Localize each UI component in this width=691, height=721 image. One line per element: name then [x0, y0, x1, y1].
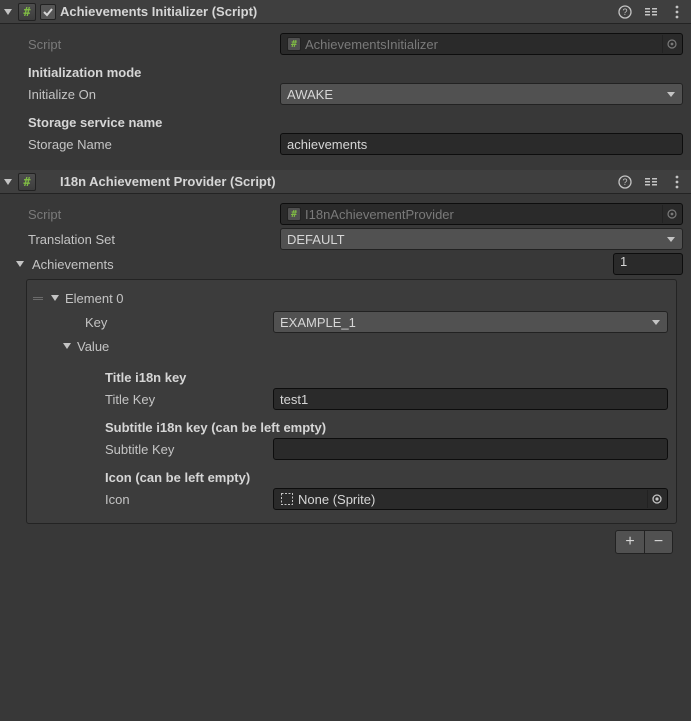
component-header-achievements-initializer: # Achievements Initializer (Script) ?	[0, 0, 691, 24]
achievements-size-input[interactable]: 1	[613, 253, 683, 275]
svg-text:?: ?	[622, 177, 627, 187]
chevron-down-icon	[666, 232, 676, 247]
component-title: I18n Achievement Provider (Script)	[60, 174, 613, 189]
object-picker-icon[interactable]	[662, 35, 680, 53]
achievements-list-box: Element 0 Key EXAMPLE_1 Value Title i18n…	[26, 279, 677, 524]
storage-heading: Storage service name	[10, 115, 683, 130]
title-key-label: Title Key	[35, 392, 273, 407]
icon-label: Icon	[35, 492, 273, 507]
achievements-foldout[interactable]	[14, 258, 26, 270]
script-mini-icon: #	[287, 207, 301, 221]
subtitle-key-input[interactable]	[273, 438, 668, 460]
translation-set-value: DEFAULT	[287, 232, 345, 247]
translation-set-dropdown[interactable]: DEFAULT	[280, 228, 683, 250]
script-icon: #	[18, 3, 36, 21]
script-label: Script	[10, 37, 280, 52]
value-label: Value	[77, 339, 109, 354]
title-key-input[interactable]: test1	[273, 388, 668, 410]
object-picker-icon[interactable]	[662, 205, 680, 223]
help-icon[interactable]: ?	[617, 4, 633, 20]
script-label: Script	[10, 207, 280, 222]
component-body-achievements-initializer: Script # AchievementsInitializer Initial…	[0, 24, 691, 170]
list-add-remove-buttons: + −	[615, 530, 673, 554]
icon-object-field[interactable]: None (Sprite)	[273, 488, 668, 510]
enabled-checkbox[interactable]	[40, 4, 56, 20]
preset-icon[interactable]	[643, 174, 659, 190]
init-mode-heading: Initialization mode	[10, 65, 683, 80]
translation-set-label: Translation Set	[10, 232, 280, 247]
script-value: AchievementsInitializer	[305, 37, 662, 52]
remove-button[interactable]: −	[644, 531, 672, 553]
initialize-on-value: AWAKE	[287, 87, 333, 102]
script-icon: #	[18, 173, 36, 191]
title-heading: Title i18n key	[35, 370, 668, 385]
component-header-i18n-provider: # I18n Achievement Provider (Script) ?	[0, 170, 691, 194]
svg-text:?: ?	[622, 7, 627, 17]
achievements-size-value: 1	[620, 254, 627, 269]
foldout-toggle[interactable]	[2, 6, 14, 18]
sprite-icon	[280, 492, 294, 506]
chevron-down-icon	[666, 87, 676, 102]
script-mini-icon: #	[287, 37, 301, 51]
script-field: # I18nAchievementProvider	[280, 203, 683, 225]
help-icon[interactable]: ?	[617, 174, 633, 190]
menu-icon[interactable]	[669, 174, 685, 190]
storage-name-input[interactable]: achievements	[280, 133, 683, 155]
element0-foldout[interactable]	[49, 292, 61, 304]
menu-icon[interactable]	[669, 4, 685, 20]
subtitle-heading: Subtitle i18n key (can be left empty)	[35, 420, 668, 435]
object-picker-icon[interactable]	[647, 490, 665, 508]
drag-handle-icon[interactable]	[31, 297, 45, 300]
add-button[interactable]: +	[616, 531, 644, 553]
icon-value: None (Sprite)	[298, 492, 647, 507]
subtitle-key-label: Subtitle Key	[35, 442, 273, 457]
initialize-on-label: Initialize On	[10, 87, 280, 102]
key-value: EXAMPLE_1	[280, 315, 356, 330]
script-field: # AchievementsInitializer	[280, 33, 683, 55]
foldout-toggle[interactable]	[2, 176, 14, 188]
chevron-down-icon	[651, 315, 661, 330]
component-title: Achievements Initializer (Script)	[60, 4, 613, 19]
storage-name-value: achievements	[287, 137, 367, 152]
achievements-label: Achievements	[32, 257, 114, 272]
title-key-value: test1	[280, 392, 308, 407]
key-label: Key	[35, 315, 273, 330]
preset-icon[interactable]	[643, 4, 659, 20]
initialize-on-dropdown[interactable]: AWAKE	[280, 83, 683, 105]
element0-label: Element 0	[65, 291, 124, 306]
storage-name-label: Storage Name	[10, 137, 280, 152]
value-foldout[interactable]	[61, 340, 73, 352]
component-body-i18n-provider: Script # I18nAchievementProvider Transla…	[0, 194, 691, 558]
icon-heading: Icon (can be left empty)	[35, 470, 668, 485]
key-dropdown[interactable]: EXAMPLE_1	[273, 311, 668, 333]
script-value: I18nAchievementProvider	[305, 207, 662, 222]
